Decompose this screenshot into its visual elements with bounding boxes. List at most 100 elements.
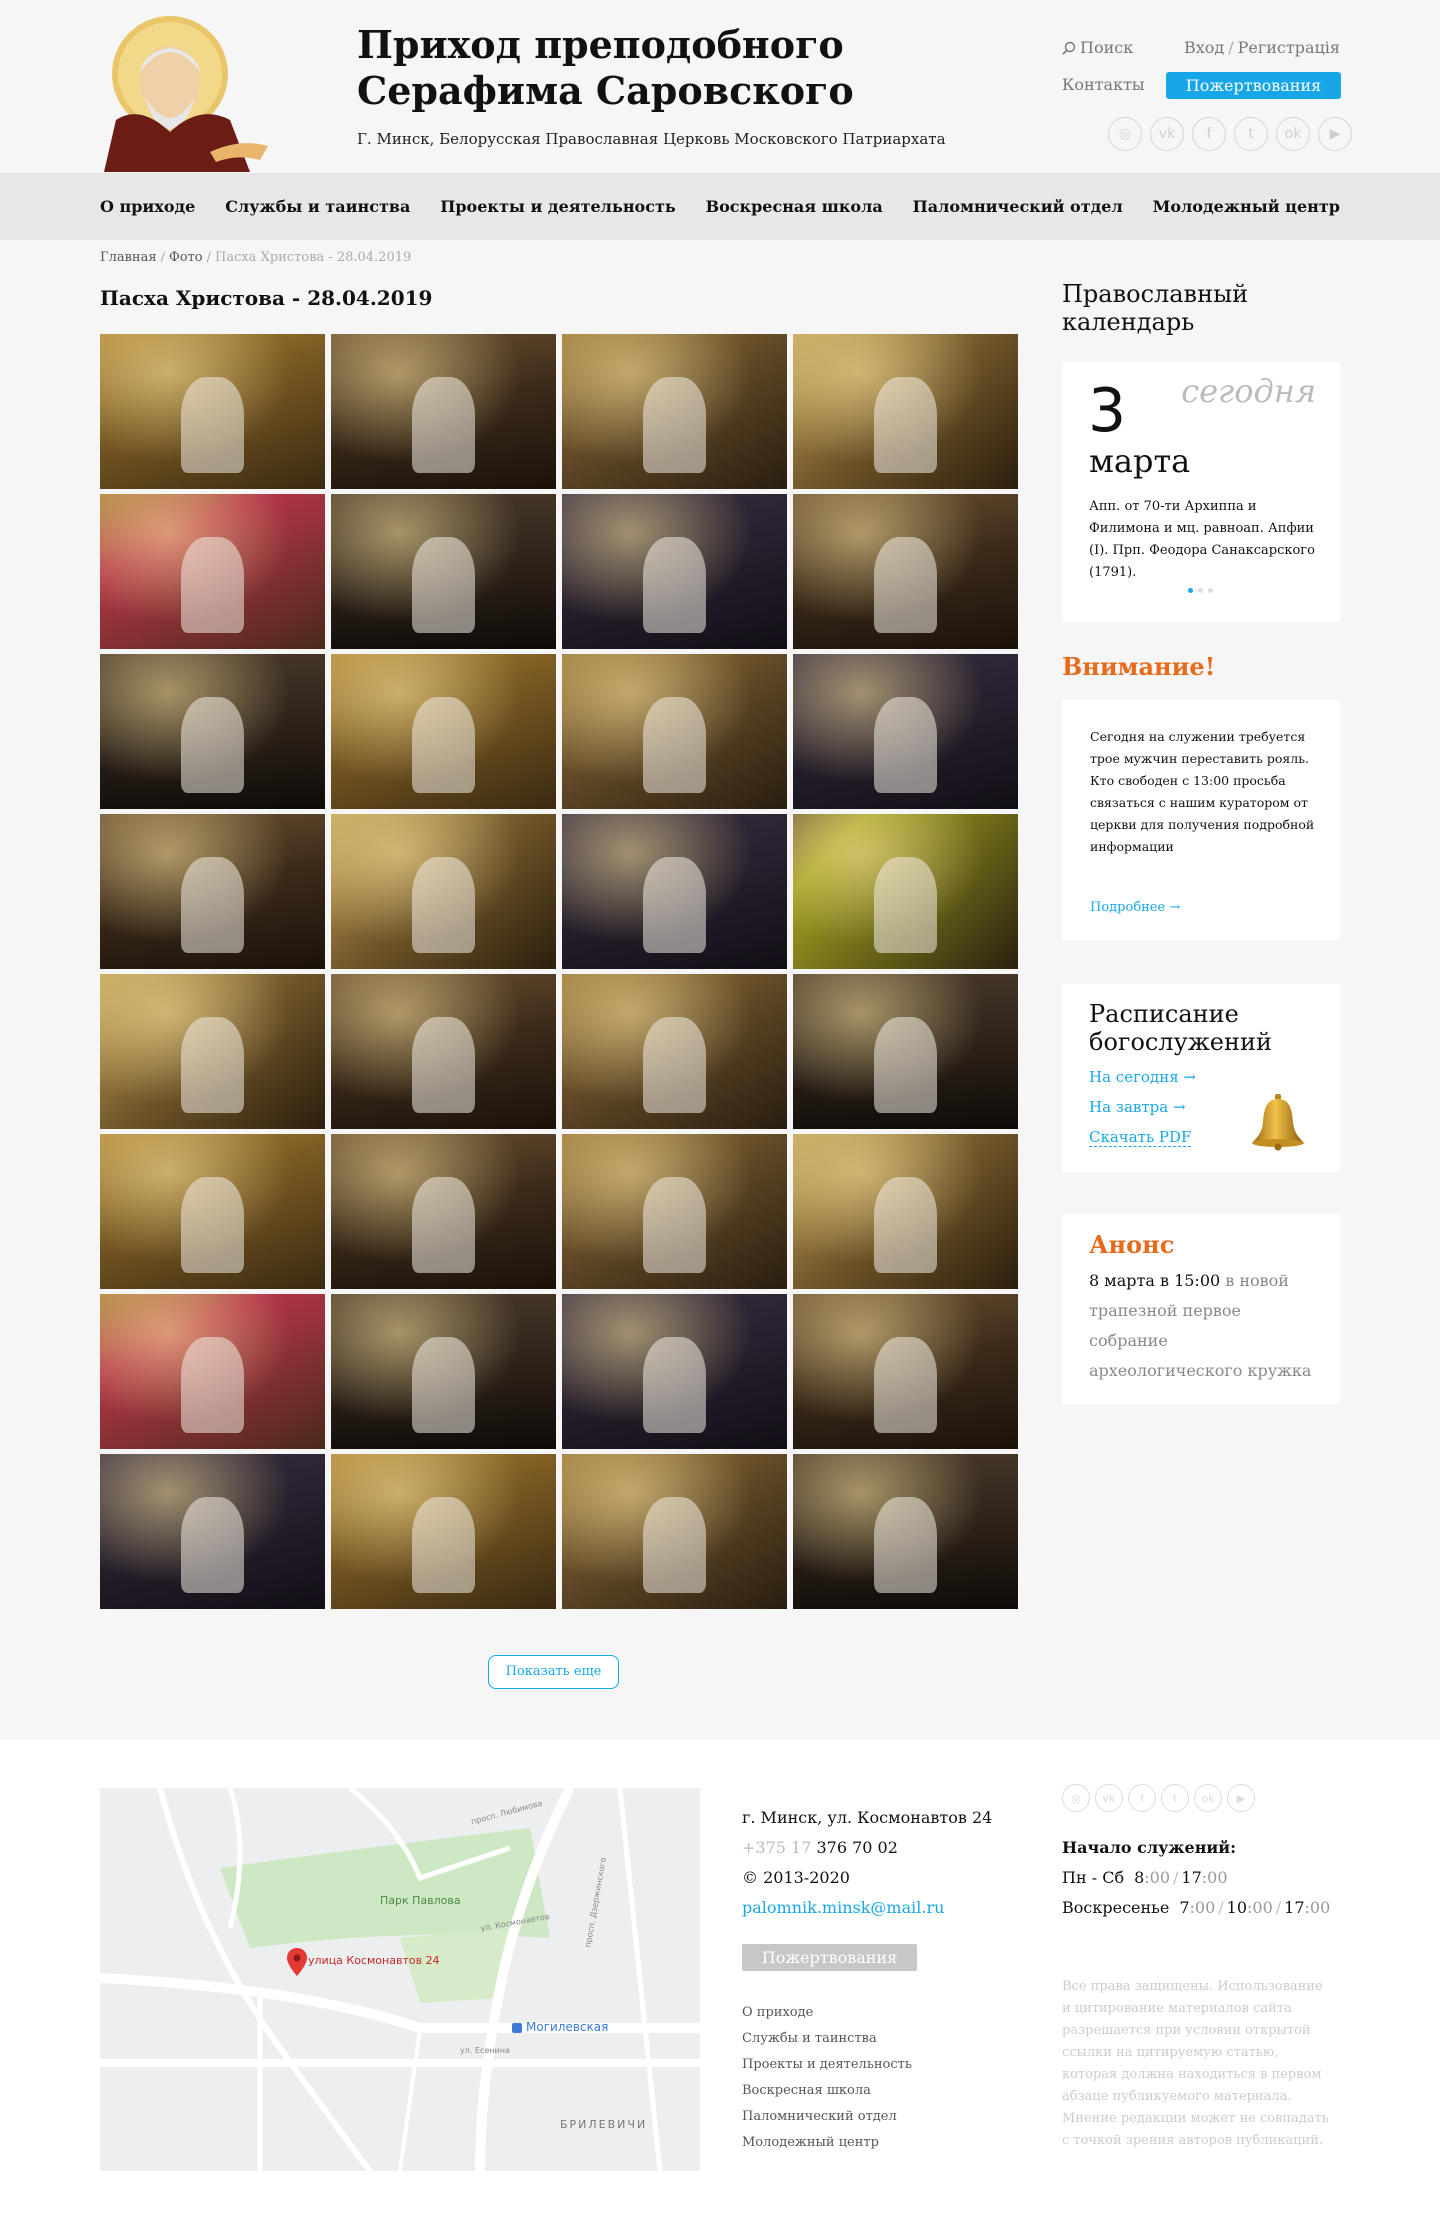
gallery-photo[interactable]	[562, 814, 787, 969]
gallery-photo[interactable]	[100, 1454, 325, 1609]
gallery-photo[interactable]	[100, 1294, 325, 1449]
footer-menu-about[interactable]: О приходе	[742, 2000, 912, 2026]
footer-copyright: © 2013-2020	[742, 1868, 850, 1887]
breadcrumb-home[interactable]: Главная	[100, 250, 157, 265]
map-label-park: Парк Павлова	[380, 1894, 461, 1907]
gallery-photo[interactable]	[793, 494, 1018, 649]
footer-menu-services[interactable]: Службы и таинства	[742, 2026, 912, 2052]
nav-item-sunday-school[interactable]: Воскресная школа	[706, 197, 883, 216]
schedule-pdf-link[interactable]: Скачать PDF	[1089, 1128, 1192, 1147]
attention-title: Внимание!	[1062, 652, 1216, 681]
gallery-photo[interactable]	[562, 1454, 787, 1609]
breadcrumb: Главная / Фото / Пасха Христова - 28.04.2019	[100, 250, 411, 265]
facebook-icon[interactable]: f	[1128, 1784, 1156, 1812]
announcement-datetime: 8 марта в 15:00	[1089, 1271, 1221, 1290]
attention-text: Сегодня на служении требуется трое мужчи…	[1090, 729, 1315, 854]
time-hour: 8	[1134, 1868, 1145, 1887]
gallery-photo[interactable]	[562, 974, 787, 1129]
facebook-icon[interactable]: f	[1192, 117, 1226, 151]
map-pin-icon[interactable]	[287, 1948, 307, 1976]
site-header: Приход преподобного Серафима Саровского …	[0, 0, 1440, 173]
gallery-photo[interactable]	[331, 1294, 556, 1449]
gallery-photo[interactable]	[100, 814, 325, 969]
nav-item-about[interactable]: О приходе	[100, 197, 195, 216]
donate-button[interactable]: Пожертвования	[1166, 72, 1341, 99]
map-graphic	[100, 1788, 700, 2171]
load-more-button[interactable]: Показать еще	[488, 1655, 619, 1689]
gallery-photo[interactable]	[793, 334, 1018, 489]
gallery-photo[interactable]	[331, 814, 556, 969]
vk-icon[interactable]: vk	[1095, 1784, 1123, 1812]
youtube-icon[interactable]: ▶	[1318, 117, 1352, 151]
social-links: ◎ vk f t ok ▶	[1108, 117, 1352, 151]
gallery-photo[interactable]	[562, 334, 787, 489]
nav-item-services[interactable]: Службы и таинства	[225, 197, 410, 216]
schedule-today-link[interactable]: На сегодня →	[1089, 1068, 1196, 1086]
footer-donate-button[interactable]: Пожертвования	[742, 1944, 917, 1971]
register-link[interactable]: Регистрація	[1238, 38, 1340, 57]
youtube-icon[interactable]: ▶	[1227, 1784, 1255, 1812]
site-subtitle: Г. Минск, Белорусская Православная Церко…	[357, 130, 946, 148]
site-title-line-1: Приход преподобного	[357, 22, 844, 67]
breadcrumb-photo[interactable]: Фото	[169, 250, 203, 265]
vk-icon[interactable]: vk	[1150, 117, 1184, 151]
login-link[interactable]: Вход	[1184, 38, 1224, 57]
gallery-photo[interactable]	[100, 334, 325, 489]
gallery-photo[interactable]	[331, 334, 556, 489]
gallery-photo[interactable]	[562, 654, 787, 809]
gallery-photo[interactable]	[793, 654, 1018, 809]
nav-item-youth[interactable]: Молодежный центр	[1153, 197, 1340, 216]
gallery-photo[interactable]	[562, 494, 787, 649]
footer-menu-sunday-school[interactable]: Воскресная школа	[742, 2078, 912, 2104]
site-footer: Парк Павлова просп. Любимова ул. Космона…	[0, 1740, 1440, 2220]
pagination-dot[interactable]	[1198, 588, 1203, 593]
gallery-photo[interactable]	[793, 1454, 1018, 1609]
gallery-photo[interactable]	[793, 1294, 1018, 1449]
twitter-icon[interactable]: t	[1161, 1784, 1189, 1812]
gallery-photo[interactable]	[331, 1454, 556, 1609]
gallery-photo[interactable]	[331, 1134, 556, 1289]
footer-menu-projects[interactable]: Проекты и деятельность	[742, 2052, 912, 2078]
gallery-photo[interactable]	[331, 974, 556, 1129]
instagram-icon[interactable]: ◎	[1062, 1784, 1090, 1812]
gallery-photo[interactable]	[562, 1294, 787, 1449]
gallery-photo[interactable]	[100, 974, 325, 1129]
gallery-photo[interactable]	[562, 1134, 787, 1289]
location-map[interactable]: Парк Павлова просп. Любимова ул. Космона…	[100, 1788, 700, 2171]
instagram-icon[interactable]: ◎	[1108, 117, 1142, 151]
twitter-icon[interactable]: t	[1234, 117, 1268, 151]
contacts-link[interactable]: Контакты	[1062, 75, 1145, 94]
time-hour: 10	[1226, 1898, 1248, 1917]
pagination-dot[interactable]	[1208, 588, 1213, 593]
footer-menu-pilgrimage[interactable]: Паломнический отдел	[742, 2104, 912, 2130]
saint-icon-logo[interactable]	[100, 12, 272, 172]
gallery-photo[interactable]	[793, 1134, 1018, 1289]
odnoklassniki-icon[interactable]: ok	[1194, 1784, 1222, 1812]
schedule-title: Расписание богослужений	[1089, 1000, 1272, 1056]
gallery-photo[interactable]	[100, 1134, 325, 1289]
gallery-photo[interactable]	[331, 494, 556, 649]
gallery-photo[interactable]	[793, 974, 1018, 1129]
calendar-card[interactable]: 3 сегодня марта Апп. от 70-ти Архиппа и …	[1062, 362, 1340, 622]
gallery-photo[interactable]	[100, 654, 325, 809]
pagination-dot[interactable]	[1188, 588, 1193, 593]
gallery-photo[interactable]	[331, 654, 556, 809]
footer-menu-youth[interactable]: Молодежный центр	[742, 2130, 912, 2156]
time-minutes: :00	[1304, 1898, 1331, 1917]
gallery-photo[interactable]	[100, 494, 325, 649]
odnoklassniki-icon[interactable]: ok	[1276, 117, 1310, 151]
footer-phone[interactable]: +375 17 376 70 02	[742, 1838, 898, 1857]
calendar-day: 3	[1088, 376, 1127, 446]
nav-item-pilgrimage[interactable]: Паломнический отдел	[913, 197, 1123, 216]
search-link[interactable]: Поиск	[1062, 38, 1133, 57]
site-title[interactable]: Приход преподобного Серафима Саровского	[357, 22, 917, 114]
attention-more-link[interactable]: Подробнее →	[1090, 900, 1180, 915]
search-label: Поиск	[1080, 38, 1134, 57]
footer-email-link[interactable]: palomnik.minsk@mail.ru	[742, 1898, 944, 1917]
schedule-card: Расписание богослужений На сегодня → На …	[1062, 984, 1340, 1172]
gallery-photo[interactable]	[793, 814, 1018, 969]
page-title: Пасха Христова - 28.04.2019	[100, 286, 433, 310]
photo-gallery	[100, 334, 1018, 1609]
schedule-tomorrow-link[interactable]: На завтра →	[1089, 1098, 1186, 1116]
nav-item-projects[interactable]: Проекты и деятельность	[440, 197, 675, 216]
